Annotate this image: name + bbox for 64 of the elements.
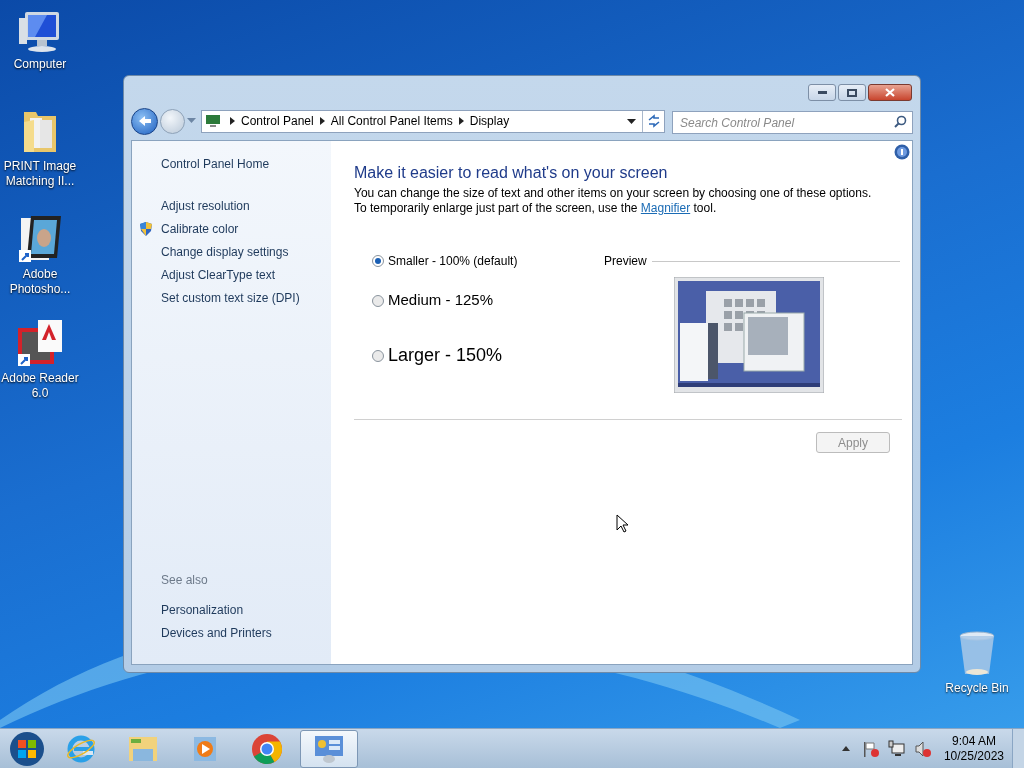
radio-button[interactable]: [372, 349, 384, 362]
sidebar-link[interactable]: Change display settings: [161, 242, 289, 261]
search-icon: [894, 114, 907, 128]
flag-icon[interactable]: [861, 739, 880, 758]
breadcrumb-arrow-icon: [458, 117, 464, 125]
control-panel-icon: [313, 733, 345, 764]
trash-bin-icon: [957, 630, 997, 678]
back-button[interactable]: [131, 107, 158, 135]
clock-date: 10/25/2023: [943, 748, 1004, 764]
taskbar-button[interactable]: [300, 729, 358, 768]
page-heading: Make it easier to read what's on your screen: [354, 163, 669, 183]
back-arrow-icon: [137, 115, 152, 127]
shield-icon: [139, 220, 153, 237]
desktop-icon-label[interactable]: Adobe Photosho...: [0, 267, 80, 297]
sidebar-link[interactable]: Calibrate color: [161, 219, 239, 238]
clock[interactable]: 9:04 AM 10/25/2023: [943, 733, 1004, 764]
control-panel-icon: [205, 114, 221, 128]
folder-icon: [127, 734, 159, 763]
windows-logo-icon: [9, 730, 45, 767]
breadcrumb-arrow-icon: [319, 117, 325, 125]
sidebar-link[interactable]: Adjust resolution: [161, 196, 250, 215]
sidebar-link[interactable]: Adjust ClearType text: [161, 265, 276, 284]
radio-label[interactable]: Smaller - 100% (default): [388, 252, 518, 270]
play-icon: [192, 734, 218, 763]
sidebar-link[interactable]: Control Panel Home: [161, 155, 331, 173]
reader-icon: [16, 318, 64, 368]
preview-label: Preview: [604, 253, 647, 270]
maximize-button[interactable]: [838, 84, 866, 101]
chrome-icon: [251, 732, 283, 765]
radio-label[interactable]: Medium - 125%: [388, 289, 494, 312]
sidebar-link[interactable]: Personalization: [161, 598, 331, 621]
description-text: You can change the size of text and other items on your screen by choosing one of these options. To temporarily enlarge just part of the screen, use the Magnifier tool.: [354, 186, 873, 216]
dropdown-arrow-icon[interactable]: [627, 118, 636, 124]
maximize-icon: [847, 88, 857, 97]
photo-frame-icon: [17, 214, 63, 264]
radio-label[interactable]: Larger - 150%: [388, 342, 503, 369]
radio-button[interactable]: [372, 255, 384, 267]
network-icon[interactable]: [887, 739, 906, 758]
desktop-icon-label[interactable]: PRINT Image Matching II...: [0, 159, 80, 189]
magnifier-link[interactable]: Magnifier: [640, 201, 691, 215]
mouse-cursor-icon: [616, 514, 629, 533]
radio-button[interactable]: [372, 294, 384, 307]
dropdown-arrow-icon: [187, 118, 196, 124]
desktop-icon-label[interactable]: Computer: [13, 57, 67, 72]
speaker-muted-icon[interactable]: [913, 739, 932, 758]
breadcrumb-item[interactable]: Display: [469, 112, 510, 130]
minimize-icon: [817, 91, 827, 94]
breadcrumb-item[interactable]: All Control Panel Items: [330, 112, 453, 130]
search-field[interactable]: Search Control Panel: [672, 111, 913, 134]
help-icon[interactable]: [894, 144, 910, 160]
browser-e-icon: [66, 733, 96, 764]
sidebar-link[interactable]: Devices and Printers: [161, 621, 331, 644]
minimize-button[interactable]: [808, 84, 836, 101]
close-icon: [885, 88, 895, 97]
address-bar[interactable]: Control Panel All Control Panel Items Display: [201, 109, 665, 133]
desktop-icon-label[interactable]: Adobe Reader 6.0: [0, 371, 80, 401]
see-also-heading: See also: [161, 572, 209, 589]
up-arrow-icon[interactable]: [841, 746, 850, 751]
close-button[interactable]: [868, 84, 912, 101]
breadcrumb-arrow-icon: [230, 117, 235, 125]
breadcrumb-item[interactable]: Control Panel: [241, 112, 314, 130]
sidebar-link[interactable]: Set custom text size (DPI): [161, 288, 300, 307]
clock-time: 9:04 AM: [951, 733, 996, 749]
refresh-icon: [646, 114, 661, 128]
